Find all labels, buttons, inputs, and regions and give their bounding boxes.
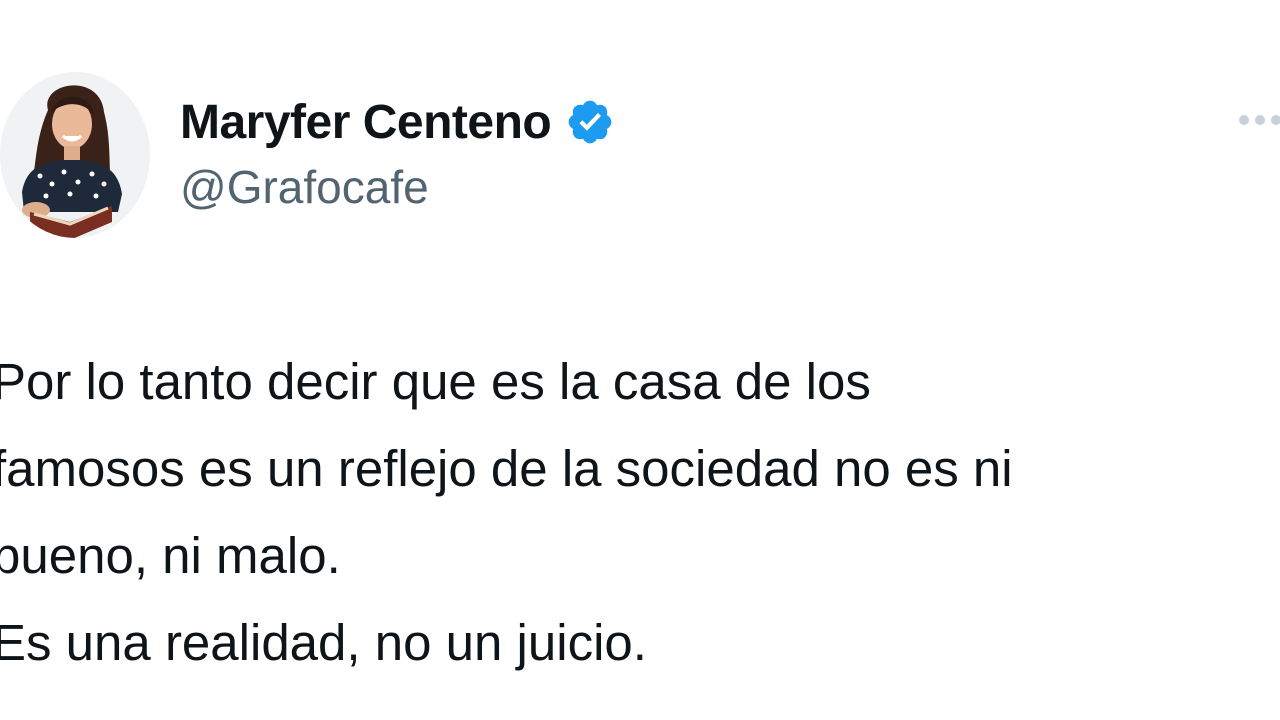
more-horizontal-icon (1239, 115, 1280, 125)
tweet-text: Por lo tanto decir que es la casa de los… (0, 338, 1272, 686)
author-handle[interactable]: @Grafocafe (180, 160, 429, 214)
author-display-name[interactable]: Maryfer Centeno (180, 95, 552, 150)
tweet-text-line: Es una realidad, no un juicio. (0, 614, 647, 671)
tweet-card: Maryfer Centeno @Grafocafe Por lo tanto … (0, 0, 1280, 720)
verified-badge-icon (565, 97, 615, 147)
tweet-text-line: Por lo tanto decir que es la casa de los (0, 353, 871, 410)
author-name-row[interactable]: Maryfer Centeno (180, 92, 615, 152)
avatar-image (0, 72, 150, 238)
tweet-text-line: famosos es un reflejo de la sociedad no … (0, 440, 1013, 497)
more-options-button[interactable] (1236, 108, 1280, 132)
author-avatar[interactable] (0, 72, 150, 238)
tweet-text-line: bueno, ni malo. (0, 527, 341, 584)
